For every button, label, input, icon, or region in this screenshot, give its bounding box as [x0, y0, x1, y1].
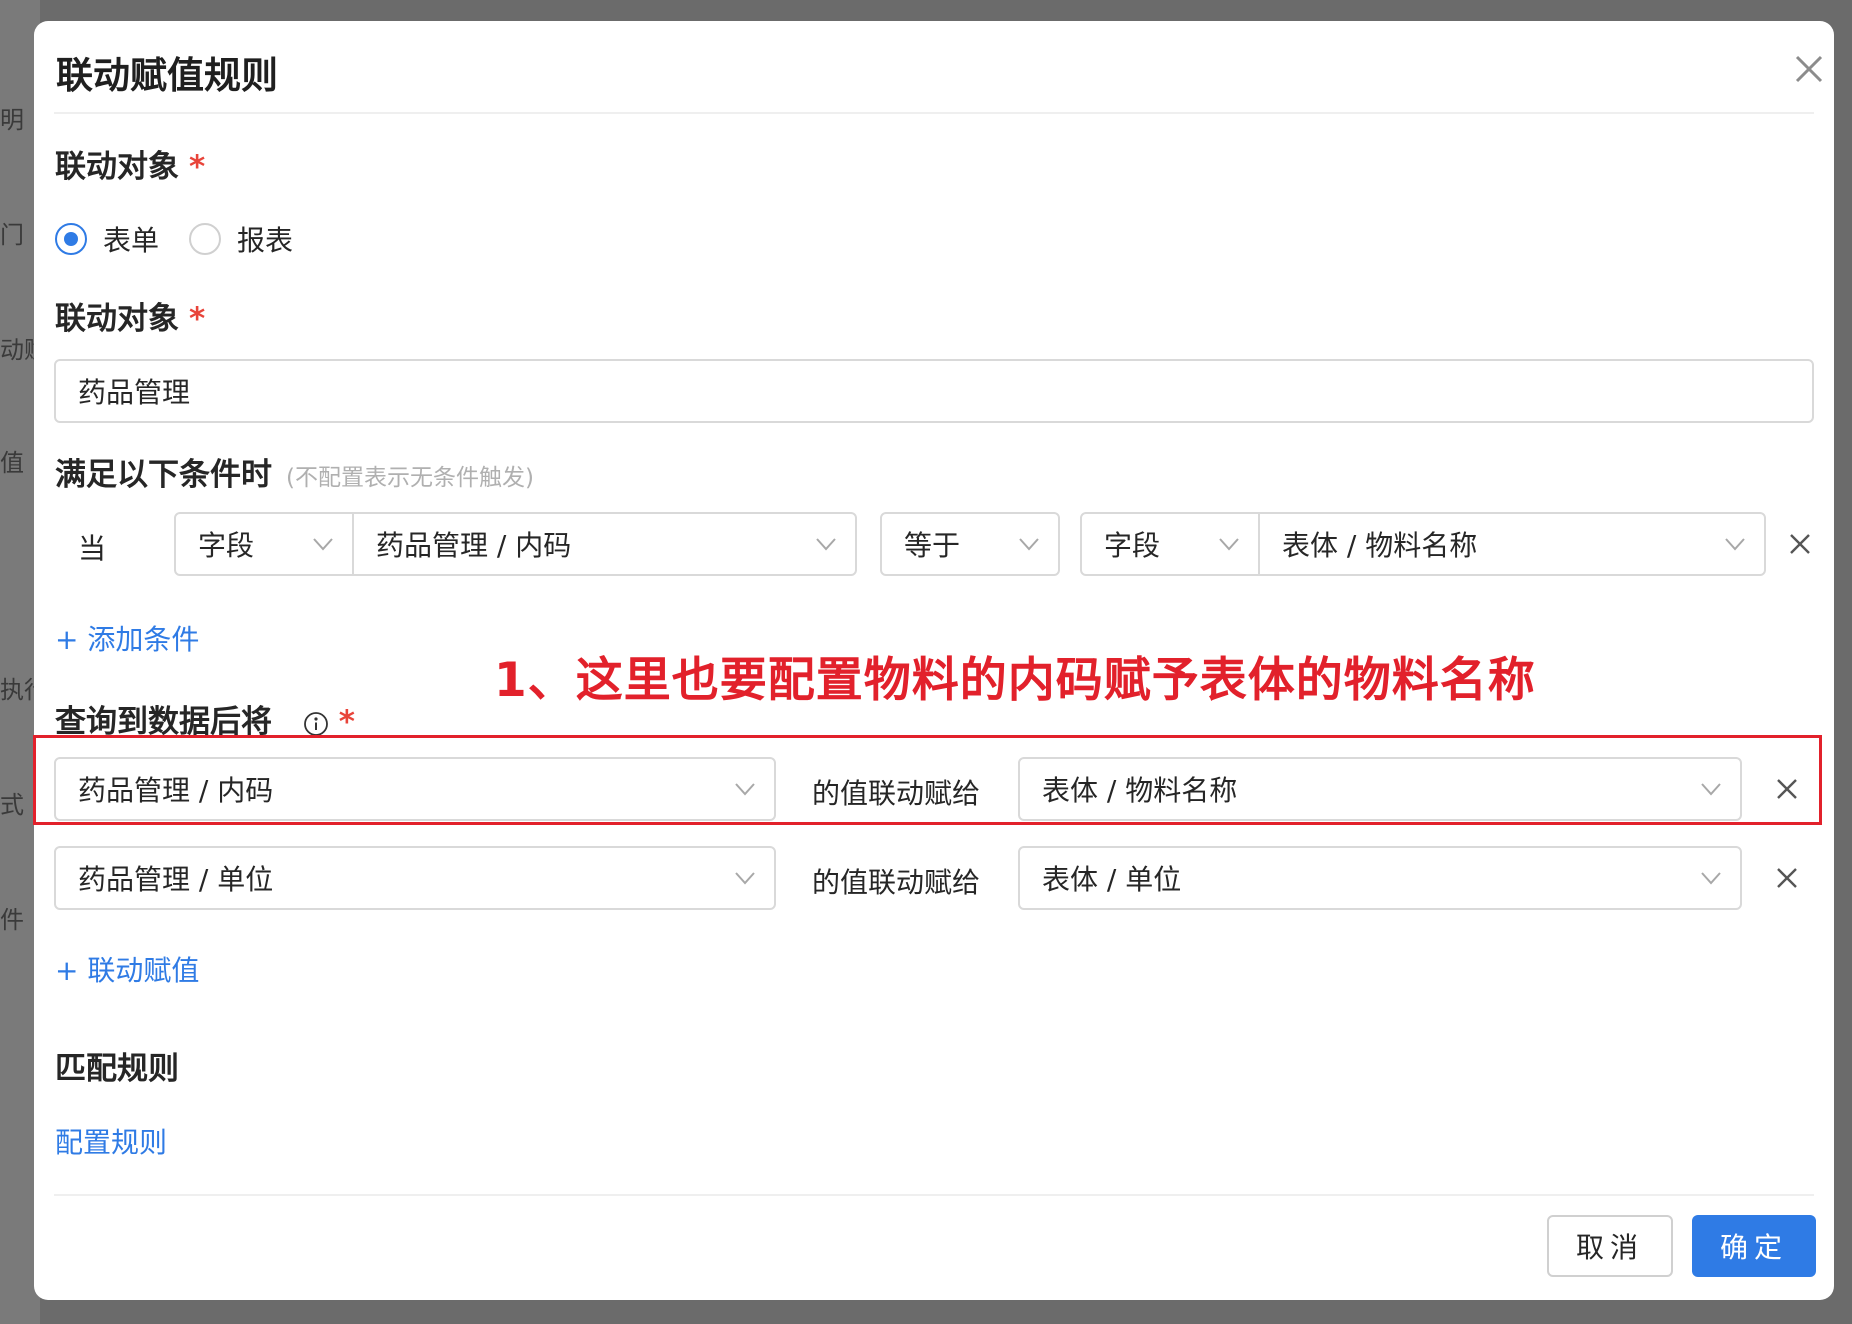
chevron-down-icon: [313, 538, 333, 551]
assignment-source-value: 药品管理 / 单位: [78, 863, 274, 896]
left-type-select[interactable]: 字段: [174, 512, 354, 576]
required-mark: *: [189, 149, 206, 185]
bg-label: 明: [0, 106, 24, 134]
right-type-value: 字段: [1104, 529, 1161, 562]
left-field-select[interactable]: 药品管理 / 内码: [352, 512, 857, 576]
annotation-note: 1、这里也要配置物料的内码赋予表体的物料名称: [494, 653, 1536, 708]
remove-assignment-icon[interactable]: [1774, 865, 1800, 891]
radio-form[interactable]: 表单: [55, 219, 159, 259]
target-object-label: 联动对象 *: [55, 293, 205, 338]
radio-report-label: 报表: [237, 224, 294, 257]
assignment-source-select[interactable]: 药品管理 / 内码: [54, 757, 776, 821]
assignment-source-value: 药品管理 / 内码: [78, 774, 274, 807]
dialog-title: 联动赋值规则: [56, 54, 278, 97]
conditions-label: 满足以下条件时 (不配置表示无条件触发): [55, 449, 534, 494]
right-field-value: 表体 / 物料名称: [1282, 529, 1478, 562]
bg-label: 式: [0, 791, 24, 819]
target-type-radio-group: 表单 报表: [55, 220, 323, 258]
assignment-connector: 的值联动赋给: [812, 866, 981, 899]
add-assignment-button[interactable]: + 联动赋值: [55, 949, 199, 989]
remove-condition-icon[interactable]: [1787, 531, 1813, 557]
assignment-connector: 的值联动赋给: [812, 777, 981, 810]
remove-assignment-icon[interactable]: [1774, 776, 1800, 802]
radio-unchecked-indicator: [189, 223, 222, 255]
chevron-down-icon: [735, 783, 755, 796]
assignment-source-select[interactable]: 药品管理 / 单位: [54, 846, 776, 910]
target-object-value: 药品管理: [78, 376, 191, 409]
bg-label: 值: [0, 449, 24, 477]
when-label: 当: [78, 532, 107, 565]
chevron-down-icon: [1725, 538, 1745, 551]
chevron-down-icon: [1701, 783, 1721, 796]
radio-form-label: 表单: [103, 224, 160, 257]
match-rules-label: 匹配规则: [55, 1051, 179, 1087]
radio-report[interactable]: 报表: [189, 219, 293, 259]
left-field-value: 药品管理 / 内码: [376, 529, 572, 562]
assignment-target-value: 表体 / 单位: [1042, 863, 1182, 896]
target-object-input[interactable]: 药品管理: [54, 359, 1814, 423]
info-icon[interactable]: [303, 711, 329, 737]
bg-label: 执行: [0, 676, 36, 704]
target-type-label-text: 联动对象: [55, 149, 179, 185]
operator-value: 等于: [904, 529, 961, 562]
right-type-select[interactable]: 字段: [1080, 512, 1260, 576]
chevron-down-icon: [735, 872, 755, 885]
chevron-down-icon: [1701, 872, 1721, 885]
close-icon[interactable]: [1789, 49, 1829, 89]
operator-select[interactable]: 等于: [880, 512, 1060, 576]
footer-divider: [54, 1194, 1814, 1196]
chevron-down-icon: [1019, 538, 1039, 551]
target-type-label: 联动对象 *: [55, 141, 205, 186]
linkage-assignment-dialog: 联动赋值规则 联动对象 * 表单 报表 联动对象 * 药品管理 满足以下条件时 (不配…: [33, 21, 1834, 1300]
configure-rules-link[interactable]: 配置规则: [55, 1121, 167, 1161]
bg-label: 件: [0, 906, 24, 934]
confirm-button[interactable]: 确定: [1692, 1215, 1816, 1277]
chevron-down-icon: [816, 538, 836, 551]
conditions-hint: (不配置表示无条件触发): [286, 465, 534, 491]
chevron-down-icon: [1219, 538, 1239, 551]
conditions-label-text: 满足以下条件时: [55, 457, 272, 493]
left-type-value: 字段: [198, 529, 255, 562]
assignment-target-select[interactable]: 表体 / 单位: [1018, 846, 1742, 910]
required-mark: *: [189, 301, 206, 337]
cancel-button[interactable]: 取消: [1547, 1215, 1673, 1277]
radio-checked-indicator: [55, 223, 87, 255]
add-condition-button[interactable]: + 添加条件: [55, 618, 199, 658]
assignment-target-value: 表体 / 物料名称: [1042, 774, 1238, 807]
dialog-header: 联动赋值规则: [54, 21, 1823, 114]
target-object-label-text: 联动对象: [55, 301, 179, 337]
bg-label: 门: [0, 221, 24, 249]
bg-label: 动赋: [0, 336, 36, 364]
assignment-target-select[interactable]: 表体 / 物料名称: [1018, 757, 1742, 821]
right-field-select[interactable]: 表体 / 物料名称: [1258, 512, 1766, 576]
